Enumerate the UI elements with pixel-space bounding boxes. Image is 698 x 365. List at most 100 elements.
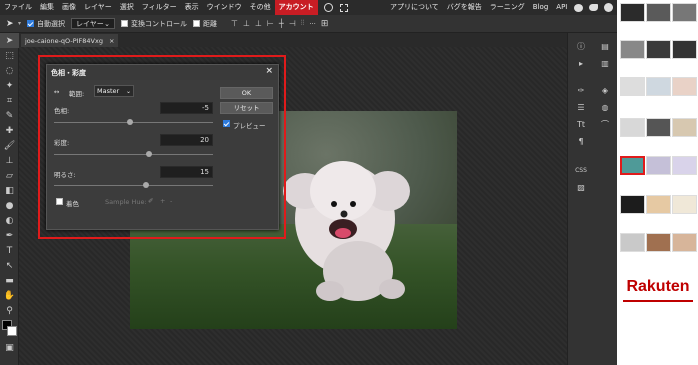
lasso-tool-icon[interactable]: ◌ [0,63,19,78]
eraser-tool-icon[interactable]: ▱ [0,168,19,183]
ad-product[interactable] [620,77,645,96]
ad-product[interactable] [646,40,671,59]
adjustments-icon[interactable]: ☰ [569,99,593,116]
menu-learning[interactable]: ラーニング [486,0,529,15]
paragraph-icon[interactable]: ¶ [569,133,593,150]
layers-icon[interactable]: ◈ [593,82,617,99]
ad-product[interactable] [672,40,697,59]
layer-select[interactable]: レイヤー ⌄ [71,18,116,29]
stamp-tool-icon[interactable]: ⊥ [0,153,19,168]
history-icon[interactable]: ▤ [593,38,617,55]
magic-wand-icon[interactable]: ✦ [0,78,19,93]
ad-product[interactable] [646,118,671,137]
more-icon[interactable]: ··· [309,20,316,28]
healing-tool-icon[interactable]: ✚ [0,123,19,138]
ad-product[interactable] [646,77,671,96]
image-icon[interactable]: ▨ [569,179,593,196]
ad-product[interactable] [620,156,645,175]
ad-product[interactable] [672,156,697,175]
align-left-icon[interactable]: ⊢ [267,19,274,28]
ad-product[interactable] [646,233,671,252]
menu-api[interactable]: API [552,0,571,15]
shape-tool-icon[interactable]: ▬ [0,273,19,288]
facebook-icon[interactable] [604,3,614,12]
chevron-down-icon: ⌄ [104,19,111,28]
ad-product[interactable] [620,233,645,252]
document-tab[interactable]: joe-caione-qO-PIF84Vxg × [21,34,119,47]
move-tool-icon: ➤ [6,18,14,29]
ad-panel[interactable]: Rakuten [617,0,698,365]
ad-product[interactable] [620,195,645,214]
menubar: ファイル 編集 画像 レイヤー 選択 フィルター 表示 ウインドウ その他 アカ… [0,0,617,15]
distance-checkbox[interactable] [193,20,201,27]
eyedropper-icon[interactable]: ✎ [0,108,19,123]
hand-tool-icon[interactable]: ✋ [0,288,19,303]
menu-about[interactable]: アプリについて [386,0,443,15]
ad-product[interactable] [646,195,671,214]
toolbar-left: ➤ ⬚ ◌ ✦ ⌗ ✎ ✚ 🖌 ⊥ ▱ ◧ ● ◐ ✒ T ↖ ▬ ✋ ⚲ ▣ [0,33,19,365]
highlight-frame [38,55,286,239]
character-icon[interactable]: Tt [569,116,593,133]
align-middle-icon[interactable]: ⊥ [243,19,250,28]
paths-icon[interactable]: ⌒ [593,116,617,133]
menu-file[interactable]: ファイル [0,0,36,15]
ad-product[interactable] [672,195,697,214]
menu-edit[interactable]: 編集 [36,0,58,15]
ad-product[interactable] [672,118,697,137]
menu-filter[interactable]: フィルター [138,0,181,15]
distance-label: 距離 [203,19,218,28]
align-bottom-icon[interactable]: ⊥ [255,19,262,28]
rakuten-logo[interactable]: Rakuten [621,278,695,296]
brush-tool-icon[interactable]: 🖌 [0,138,19,153]
menu-report-bug[interactable]: バグを報告 [443,0,486,15]
bucket-tool-icon[interactable]: ◧ [0,183,19,198]
color-swatch[interactable] [0,318,18,340]
path-select-icon[interactable]: ↖ [0,258,19,273]
menu-more[interactable]: その他 [246,0,275,15]
zoom-tool-icon[interactable]: ⚲ [0,303,19,318]
pen-tool-icon[interactable]: ✒ [0,228,19,243]
dropdown-arrow-icon[interactable]: ▾ [18,20,21,27]
ad-product[interactable] [646,3,671,22]
info-icon[interactable]: ⓘ [569,38,593,55]
ad-product[interactable] [646,156,671,175]
reddit-icon[interactable] [574,3,584,12]
ad-product[interactable] [620,118,645,137]
ad-product[interactable] [620,40,645,59]
menu-view[interactable]: 表示 [181,0,203,15]
ad-product[interactable] [672,233,697,252]
menu-account[interactable]: アカウント [274,0,318,15]
ad-product[interactable] [672,77,697,96]
brush-settings-icon[interactable]: ✑ [569,82,593,99]
menu-image[interactable]: 画像 [58,0,80,15]
align-top-icon[interactable]: ⊤ [231,19,238,28]
fullscreen-icon[interactable] [339,3,348,12]
align-center-icon[interactable]: ┼ [279,19,284,28]
crop-tool-icon[interactable]: ⌗ [0,93,19,108]
blur-tool-icon[interactable]: ● [0,198,19,213]
search-icon[interactable] [323,3,333,12]
menu-layer[interactable]: レイヤー [80,0,116,15]
background-color[interactable] [7,326,17,336]
type-tool-icon[interactable]: T [0,243,19,258]
marquee-tool-icon[interactable]: ⬚ [0,48,19,63]
menu-window[interactable]: ウインドウ [203,0,246,15]
ad-product[interactable] [672,3,697,22]
auto-select-checkbox[interactable] [27,20,35,27]
close-icon[interactable]: × [109,37,114,45]
move-tool-icon[interactable]: ➤ [0,33,19,48]
collapse-icon[interactable]: ▸ [569,55,593,72]
transform-controls-checkbox[interactable] [121,20,129,27]
distribute-icon[interactable]: ⫶⫶ [301,19,305,28]
align-right-icon[interactable]: ⊣ [289,19,296,28]
ad-product[interactable] [620,3,645,22]
menu-blog[interactable]: Blog [529,0,552,15]
grid-icon[interactable]: ⊞ [321,19,329,29]
channels-icon[interactable]: ◍ [593,99,617,116]
swatches-icon[interactable]: ▥ [593,55,617,72]
twitter-icon[interactable] [589,4,599,11]
quick-mask-icon[interactable]: ▣ [0,340,19,355]
css-icon[interactable]: CSS [569,162,593,179]
dodge-tool-icon[interactable]: ◐ [0,213,19,228]
menu-select[interactable]: 選択 [116,0,138,15]
